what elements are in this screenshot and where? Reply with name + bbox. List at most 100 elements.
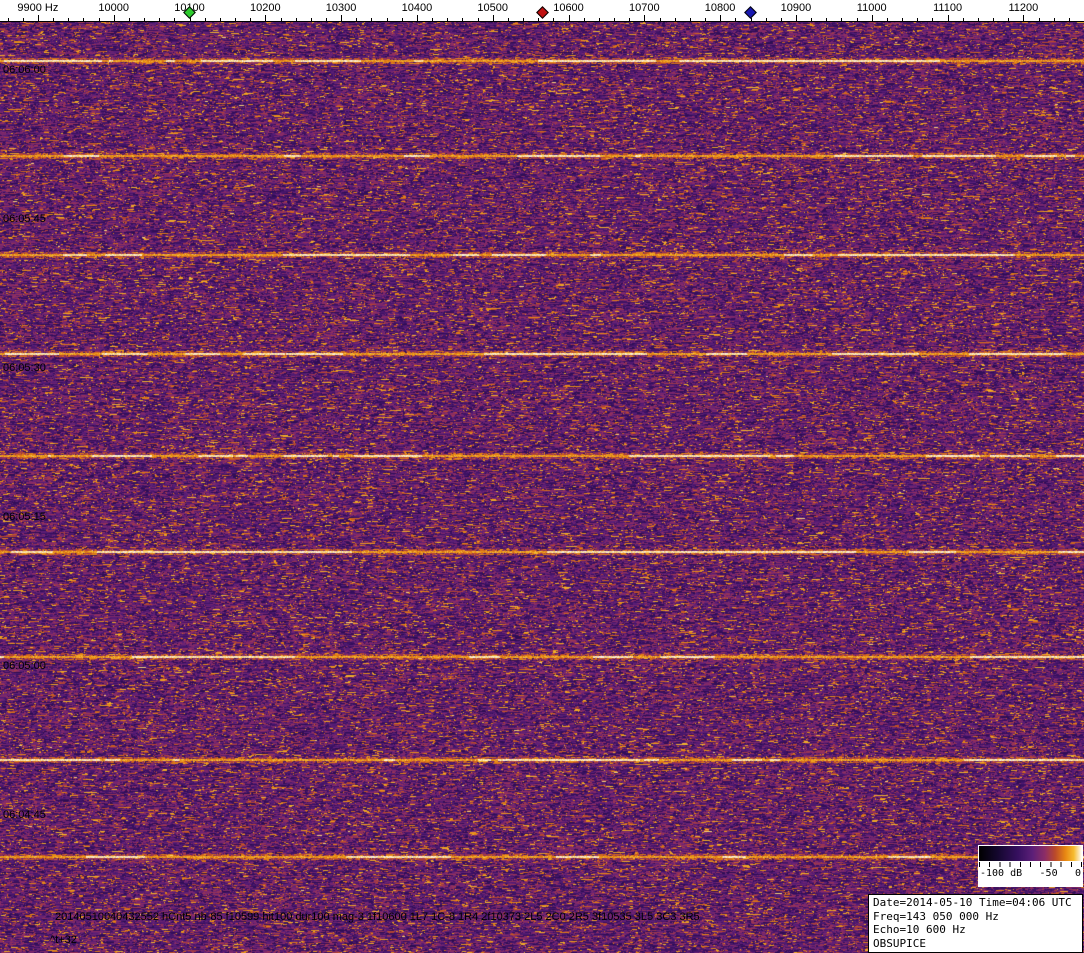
spectrogram-window: 9900 Hz100001010010200103001040010500106… xyxy=(0,0,1084,953)
freq-minor-tick xyxy=(23,18,24,21)
freq-tick-label: 10000 xyxy=(84,2,144,14)
freq-minor-tick xyxy=(356,18,357,21)
freq-tick-label: 10200 xyxy=(235,2,295,14)
freq-minor-tick xyxy=(826,18,827,21)
freq-tick-label: 10500 xyxy=(463,2,523,14)
freq-minor-tick xyxy=(220,18,221,21)
freq-major-tick xyxy=(38,15,39,21)
time-tick-label: 06:05:00 xyxy=(3,660,46,672)
freq-minor-tick xyxy=(462,18,463,21)
trigger-annotation: ^t+32 xyxy=(50,934,77,946)
freq-minor-tick xyxy=(129,18,130,21)
freq-tick-label: 10900 xyxy=(766,2,826,14)
freq-minor-tick xyxy=(629,18,630,21)
freq-tick-label: 10400 xyxy=(387,2,447,14)
freq-major-tick xyxy=(417,15,418,21)
spectrogram-canvas[interactable] xyxy=(0,22,1084,953)
freq-minor-tick xyxy=(250,18,251,21)
time-tick-label: 06:05:45 xyxy=(3,213,46,225)
freq-minor-tick xyxy=(1054,18,1055,21)
freq-minor-tick xyxy=(402,18,403,21)
freq-tick-label: 11100 xyxy=(918,2,978,14)
freq-tick-label: 10800 xyxy=(690,2,750,14)
freq-minor-tick xyxy=(902,18,903,21)
freq-minor-tick xyxy=(932,18,933,21)
info-station-line: OBSUPICE xyxy=(873,937,1078,951)
time-tick-label: 06:04:45 xyxy=(3,809,46,821)
freq-minor-tick xyxy=(538,18,539,21)
freq-minor-tick xyxy=(523,18,524,21)
freq-minor-tick xyxy=(1008,18,1009,21)
freq-minor-tick xyxy=(690,18,691,21)
freq-minor-tick xyxy=(159,18,160,21)
freq-minor-tick xyxy=(447,18,448,21)
detection-annotation: 20140510040432552 hCnt5 nb-85 f10599 hit… xyxy=(55,911,700,923)
freq-minor-tick xyxy=(8,18,9,21)
freq-minor-tick xyxy=(978,18,979,21)
freq-minor-tick xyxy=(387,18,388,21)
freq-tick-label: 10300 xyxy=(311,2,371,14)
freq-major-tick xyxy=(872,15,873,21)
freq-minor-tick xyxy=(584,18,585,21)
freq-minor-tick xyxy=(675,18,676,21)
freq-minor-tick xyxy=(735,18,736,21)
freq-minor-tick xyxy=(841,18,842,21)
freq-minor-tick xyxy=(68,18,69,21)
freq-minor-tick xyxy=(963,18,964,21)
info-echo-line: Echo=10 600 Hz xyxy=(873,923,1078,937)
scale-max-label: 0 xyxy=(1075,867,1081,880)
freq-major-tick xyxy=(644,15,645,21)
waterfall-area: 06:06:00 06:05:45 06:05:30 06:05:15 06:05:00… xyxy=(0,22,1084,953)
colormap-gradient xyxy=(979,846,1082,861)
info-date-line: Date=2014-05-10 Time=04:06 UTC xyxy=(873,896,1078,910)
freq-minor-tick xyxy=(311,18,312,21)
freq-minor-tick xyxy=(174,18,175,21)
freq-minor-tick xyxy=(993,18,994,21)
freq-minor-tick xyxy=(205,18,206,21)
freq-major-tick xyxy=(341,15,342,21)
freq-minor-tick xyxy=(432,18,433,21)
freq-minor-tick xyxy=(83,18,84,21)
freq-tick-label: 11200 xyxy=(993,2,1053,14)
freq-minor-tick xyxy=(235,18,236,21)
freq-minor-tick xyxy=(781,18,782,21)
freq-tick-label: 10700 xyxy=(614,2,674,14)
freq-major-tick xyxy=(796,15,797,21)
freq-minor-tick xyxy=(99,18,100,21)
freq-minor-tick xyxy=(614,18,615,21)
observation-info-box: Date=2014-05-10 Time=04:06 UTC Freq=143 … xyxy=(868,894,1083,953)
freq-minor-tick xyxy=(326,18,327,21)
freq-minor-tick xyxy=(766,18,767,21)
freq-minor-tick xyxy=(553,18,554,21)
freq-major-tick xyxy=(493,15,494,21)
freq-minor-tick xyxy=(917,18,918,21)
time-tick-label: 06:05:15 xyxy=(3,511,46,523)
frequency-axis: 9900 Hz100001010010200103001040010500106… xyxy=(0,0,1084,22)
freq-minor-tick xyxy=(599,18,600,21)
freq-minor-tick xyxy=(508,18,509,21)
freq-minor-tick xyxy=(478,18,479,21)
freq-minor-tick xyxy=(1069,18,1070,21)
freq-minor-tick xyxy=(296,18,297,21)
db-color-scale: -100 dB -50 0 xyxy=(978,845,1083,887)
freq-minor-tick xyxy=(660,18,661,21)
time-tick-label: 06:05:30 xyxy=(3,362,46,374)
freq-major-tick xyxy=(720,15,721,21)
freq-minor-tick xyxy=(53,18,54,21)
freq-major-tick xyxy=(114,15,115,21)
freq-minor-tick xyxy=(281,18,282,21)
freq-minor-tick xyxy=(857,18,858,21)
scale-mid-label: -50 xyxy=(1040,867,1058,880)
freq-major-tick xyxy=(569,15,570,21)
time-tick-label: 06:06:00 xyxy=(3,64,46,76)
freq-tick-label: 11000 xyxy=(842,2,902,14)
scale-min-label: -100 dB xyxy=(980,867,1022,880)
freq-minor-tick xyxy=(371,18,372,21)
freq-minor-tick xyxy=(887,18,888,21)
freq-minor-tick xyxy=(1039,18,1040,21)
freq-major-tick xyxy=(1023,15,1024,21)
info-freq-line: Freq=143 050 000 Hz xyxy=(873,910,1078,924)
freq-major-tick xyxy=(948,15,949,21)
scale-labels: -100 dB -50 0 xyxy=(979,867,1082,880)
freq-minor-tick xyxy=(144,18,145,21)
